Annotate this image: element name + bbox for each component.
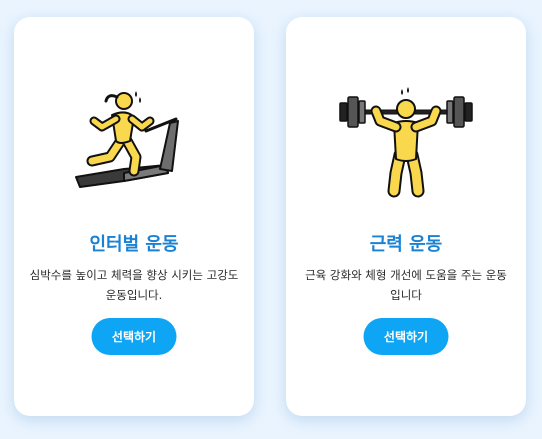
card-description: 심박수를 높이고 체력을 향상 시키는 고강도 운동입니다.	[29, 268, 239, 302]
workout-card-interval: 인터벌 운동 심박수를 높이고 체력을 향상 시키는 고강도 운동입니다. 선택…	[14, 17, 254, 416]
card-title: 근력 운동	[369, 234, 443, 255]
treadmill-runner-icon	[64, 77, 204, 207]
workout-card-strength: 근력 운동 근육 강화와 체형 개선에 도움을 주는 운동입니다 선택하기	[286, 17, 526, 416]
weightlifter-icon	[336, 77, 476, 207]
card-description: 근육 강화와 체형 개선에 도움을 주는 운동입니다	[305, 268, 507, 302]
select-interval-button[interactable]: 선택하기	[91, 318, 177, 355]
select-strength-button[interactable]: 선택하기	[363, 318, 449, 355]
card-title: 인터벌 운동	[89, 234, 179, 255]
